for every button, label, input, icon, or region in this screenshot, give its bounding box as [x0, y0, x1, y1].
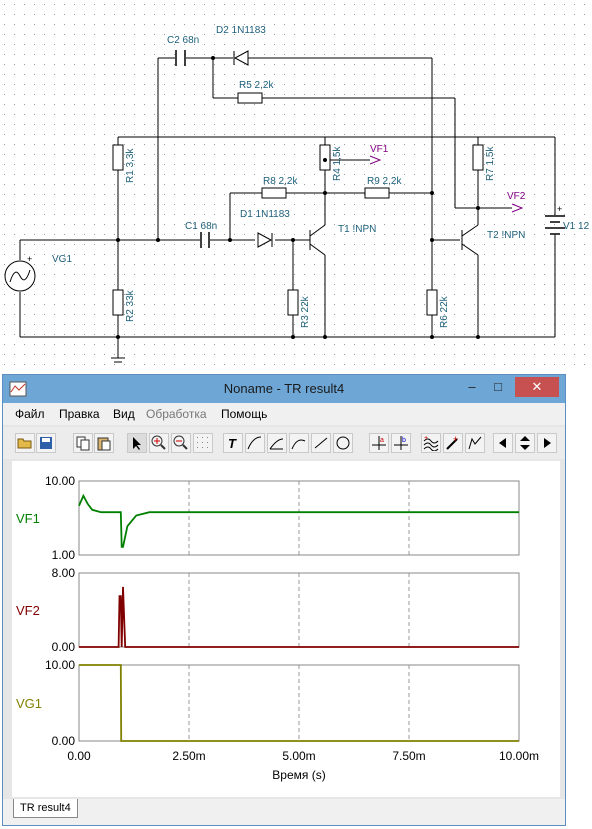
svg-text:T: T: [228, 436, 237, 451]
vg1-label: VG1: [52, 254, 72, 265]
circuit-schematic: + + C2 68n D2 1N1183 R5 2,2k R8 2,2k R9 …: [0, 0, 592, 372]
arrow-left-icon[interactable]: [493, 433, 513, 453]
r4-label: R4 1,5k: [332, 146, 343, 181]
menu-view[interactable]: Вид: [113, 407, 135, 421]
t1-label: T1 !NPN: [338, 224, 376, 235]
y-tick-label: 0.00: [52, 734, 76, 748]
x-tick-label: 0.00: [67, 749, 91, 763]
vf1-probe-label: VF1: [370, 144, 389, 155]
maximize-button[interactable]: □: [487, 377, 509, 397]
toolbar: T a b + +: [3, 427, 565, 459]
vf2-probe-label: VF2: [507, 191, 526, 202]
tab-bar: TR result4: [3, 799, 565, 825]
menu-file[interactable]: Файл: [15, 407, 45, 421]
x-tick-label: 7.50m: [392, 749, 425, 763]
probe-icon[interactable]: [465, 433, 485, 453]
svg-text:a: a: [380, 437, 384, 444]
curve-icon[interactable]: [245, 433, 265, 453]
zoom-out-icon[interactable]: [171, 433, 191, 453]
r6-label: R6 22k: [439, 295, 450, 328]
y-tick-label: 10.00: [45, 658, 75, 672]
svg-text:+: +: [424, 435, 428, 442]
tab-tr-result4[interactable]: TR result4: [13, 799, 78, 818]
r5-label: R5 2,2k: [239, 80, 274, 91]
circle-icon[interactable]: [333, 433, 353, 453]
curve-2-icon[interactable]: [267, 433, 287, 453]
svg-text:+: +: [27, 254, 32, 264]
cursor-b-icon[interactable]: b: [391, 433, 411, 453]
y-tick-label: 10.00: [45, 474, 75, 488]
line-icon[interactable]: [311, 433, 331, 453]
svg-text:b: b: [402, 437, 406, 444]
arrow-right-icon[interactable]: [537, 433, 557, 453]
series-label-vg1: VG1: [16, 696, 42, 711]
text-icon[interactable]: T: [223, 433, 243, 453]
t2-label: T2 !NPN: [487, 230, 525, 241]
svg-text:+: +: [557, 204, 562, 214]
menu-bar: Файл Правка Вид Обработка Помощь: [3, 403, 565, 425]
r9-label: R9 2,2k: [367, 176, 402, 187]
c1-label: C1 68n: [185, 221, 217, 232]
title-bar[interactable]: Noname - TR result4 – □ ✕: [3, 375, 565, 403]
v1-label: V1 12: [563, 221, 590, 232]
marker-icon[interactable]: +: [443, 433, 463, 453]
c2-label: C2 68n: [167, 35, 199, 46]
plot-area[interactable]: 10.00 1.00 VF1 8.00 0.00 VF2 10.00 0.00 VG1 0.00 2…: [12, 461, 560, 797]
save-icon[interactable]: [36, 433, 56, 453]
y-tick-label: 8.00: [52, 566, 76, 580]
series-label-vf2: VF2: [16, 603, 40, 618]
menu-process[interactable]: Обработка: [146, 407, 207, 421]
r2-label: R2 33k: [125, 289, 136, 322]
copy-icon[interactable]: [73, 433, 93, 453]
d1-label: D1 1N1183: [240, 209, 290, 220]
r7-label: R7 1,5k: [485, 146, 496, 181]
cursor-a-icon[interactable]: a: [369, 433, 389, 453]
x-tick-label: 2.50m: [172, 749, 205, 763]
wave-icon[interactable]: +: [421, 433, 441, 453]
r3-label: R3 22k: [300, 295, 311, 328]
x-tick-label: 5.00m: [282, 749, 315, 763]
svg-text:+: +: [453, 435, 458, 444]
grid-icon[interactable]: [193, 433, 213, 453]
series-label-vf1: VF1: [16, 511, 40, 526]
zoom-in-icon[interactable]: [149, 433, 169, 453]
close-button[interactable]: ✕: [515, 377, 559, 397]
d2-label: D2 1N1183: [216, 25, 266, 36]
paste-icon[interactable]: [94, 433, 114, 453]
r8-label: R8 2,2k: [263, 176, 298, 187]
arrow-updown-icon[interactable]: [515, 433, 535, 453]
y-tick-label: 0.00: [52, 640, 76, 654]
pointer-icon[interactable]: [127, 433, 147, 453]
menu-help[interactable]: Помощь: [221, 407, 267, 421]
x-axis-label: Время (s): [272, 768, 325, 782]
curve-3-icon[interactable]: [289, 433, 309, 453]
open-icon[interactable]: [15, 433, 35, 453]
menu-edit[interactable]: Правка: [59, 407, 100, 421]
minimize-button[interactable]: –: [461, 377, 483, 397]
y-tick-label: 1.00: [52, 548, 76, 562]
x-tick-label: 10.00m: [499, 749, 539, 763]
tr-result-window: Noname - TR result4 – □ ✕ Файл Правка Ви…: [2, 374, 566, 826]
r1-label: R1 3,3k: [125, 148, 136, 183]
